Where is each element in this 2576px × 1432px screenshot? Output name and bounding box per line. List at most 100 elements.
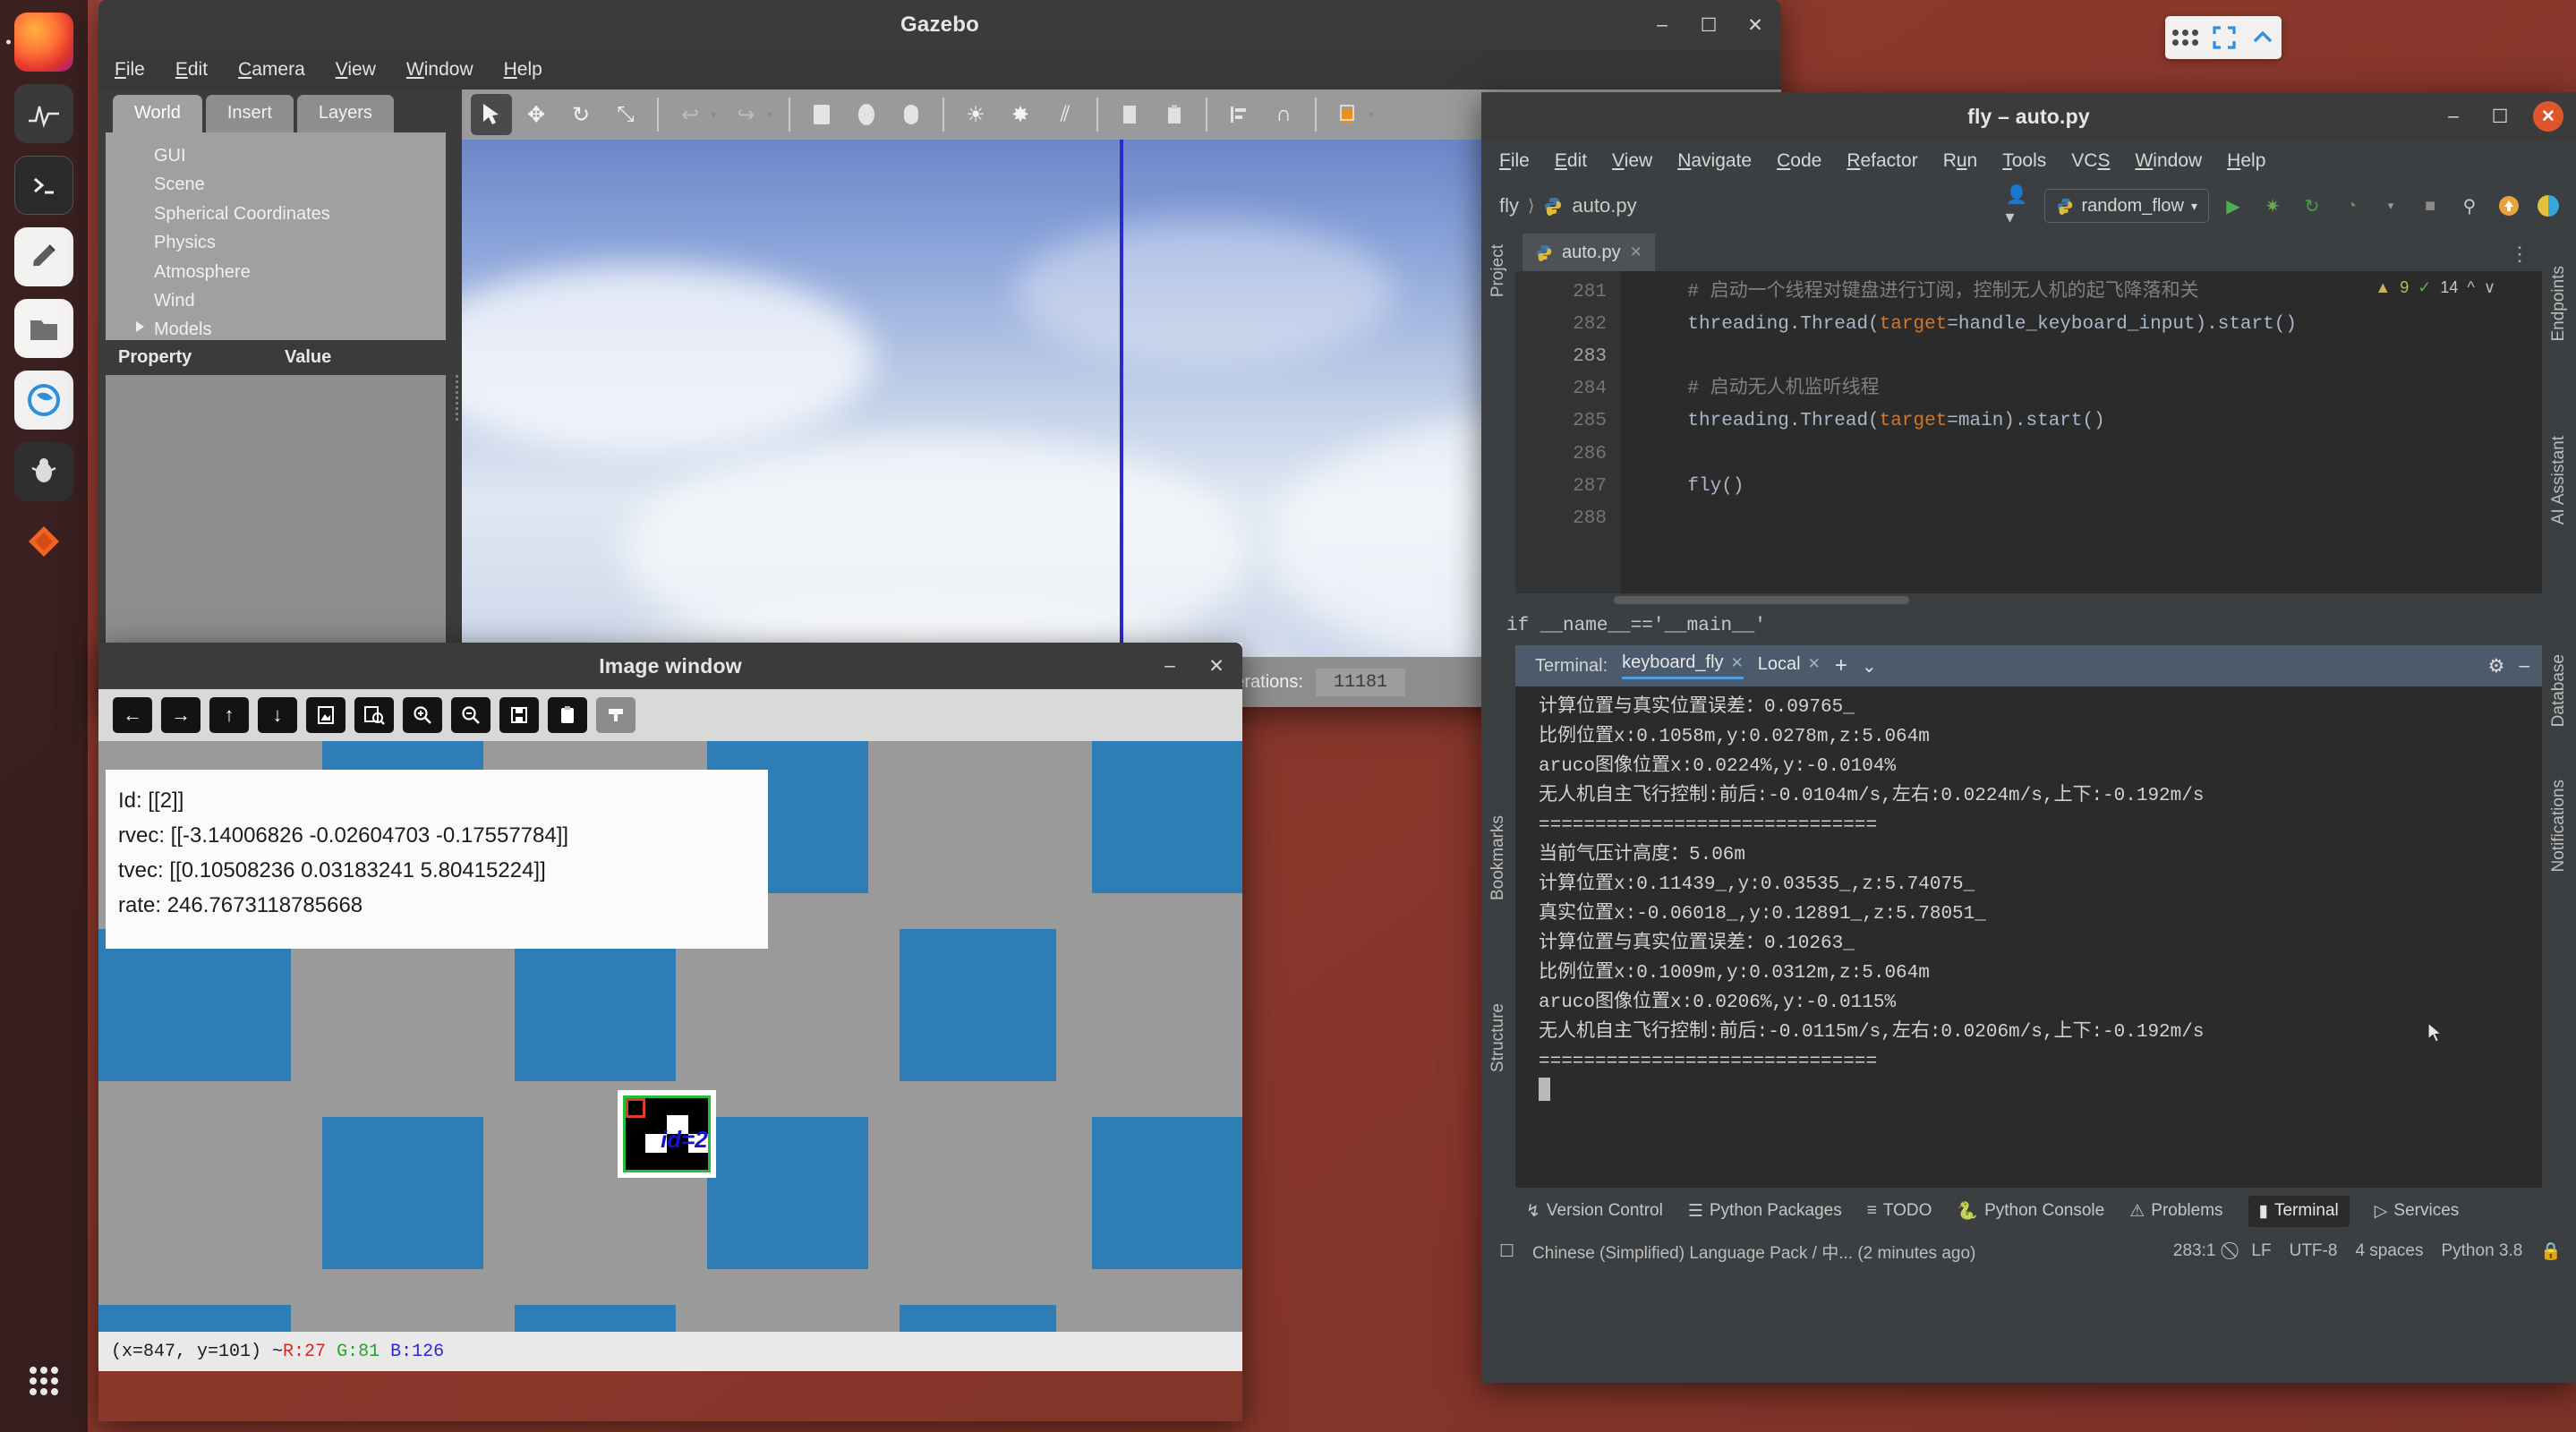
image-window-toolbar[interactable]: ← → ↑ ↓: [98, 689, 1242, 741]
profile-icon[interactable]: ◔: [2336, 191, 2367, 221]
spot-light-icon[interactable]: ✸: [1000, 94, 1041, 135]
zoom-fit-icon[interactable]: [354, 697, 394, 733]
update-project-icon[interactable]: [2494, 191, 2524, 221]
back-icon[interactable]: ←: [113, 697, 152, 733]
close-icon[interactable]: ✕: [1808, 655, 1821, 673]
box-icon[interactable]: [801, 94, 842, 135]
python-interpreter[interactable]: Python 3.8: [2441, 1241, 2522, 1261]
tree-item-gui[interactable]: GUI: [106, 141, 446, 170]
gazebo-panel-splitter[interactable]: [453, 90, 462, 707]
editor-text-area[interactable]: # 启动一个线程对键盘进行订阅，控制无人机的起飞降落和关 threading.T…: [1621, 271, 2542, 593]
redo-dropdown-icon[interactable]: ▾: [767, 107, 773, 122]
tool-label-database[interactable]: Database: [2549, 654, 2569, 727]
gazebo-menu-edit[interactable]: Edit: [175, 59, 208, 81]
image-window-close-button[interactable]: ✕: [1203, 652, 1230, 679]
tool-label-structure[interactable]: Structure: [1488, 1003, 1508, 1072]
pycharm-statusbar[interactable]: ☐ Chinese (Simplified) Language Pack / 中…: [1481, 1231, 2576, 1272]
minimize-icon[interactable]: –: [2519, 655, 2529, 677]
gazebo-world-tree[interactable]: GUI Scene Spherical Coordinates Physics …: [106, 132, 446, 340]
gazebo-panel-tabs[interactable]: World Insert Layers: [106, 95, 446, 132]
chevron-down-icon[interactable]: ▾: [2191, 199, 2197, 214]
pycharm-menu-help[interactable]: Help: [2227, 150, 2265, 172]
view-bounds-icon[interactable]: [1327, 94, 1369, 135]
pycharm-navbar[interactable]: fly ⟩ auto.py 👤▾ random_flow ▾ ▶ ✷ ↻ ◔ ▾: [1481, 182, 2576, 230]
pycharm-left-toolstrip-lower[interactable]: Bookmarks Structure: [1481, 645, 1515, 1191]
terminal-tab-keyboard-fly[interactable]: keyboard_fly ✕: [1622, 652, 1744, 679]
translate-icon[interactable]: ✥: [516, 94, 557, 135]
debug-icon[interactable]: ✷: [2257, 191, 2288, 221]
pycharm-menu-navigate[interactable]: Navigate: [1677, 150, 1752, 172]
pycharm-menu-refactor[interactable]: Refactor: [1847, 150, 1917, 172]
pycharm-menu-window[interactable]: Window: [2135, 150, 2202, 172]
gazebo-menu-file[interactable]: File: [115, 59, 145, 81]
point-light-icon[interactable]: ☀: [955, 94, 996, 135]
tree-item-wind[interactable]: Wind: [106, 286, 446, 315]
dock-item-pycharm[interactable]: [14, 514, 73, 573]
tool-label-bookmarks[interactable]: Bookmarks: [1488, 815, 1508, 900]
profile-dropdown-icon[interactable]: ▾: [2376, 191, 2406, 221]
stop-icon[interactable]: ■: [2415, 191, 2445, 221]
close-icon[interactable]: ✕: [1731, 654, 1744, 672]
pycharm-close-button[interactable]: ✕: [2533, 101, 2563, 132]
cylinder-icon[interactable]: [891, 94, 932, 135]
image-window-canvas[interactable]: Id: [[2]] rvec: [[-3.14006826 -0.0260470…: [98, 741, 1242, 1332]
tool-window-problems[interactable]: ⚠ Problems: [2129, 1201, 2222, 1222]
image-window-titlebar[interactable]: Image window – ✕: [98, 643, 1242, 689]
editor-tabstrip[interactable]: auto.py ✕ ⋮: [1515, 230, 2542, 271]
indent-setting[interactable]: 4 spaces: [2355, 1241, 2423, 1261]
pycharm-minimize-button[interactable]: –: [2440, 103, 2467, 130]
gazebo-maximize-button[interactable]: ☐: [1695, 12, 1722, 38]
dock-item-system-monitor[interactable]: [14, 84, 73, 143]
directional-light-icon[interactable]: ⫽: [1045, 94, 1086, 135]
pycharm-menu-tools[interactable]: Tools: [2002, 150, 2046, 172]
prev-problem-icon[interactable]: ^: [2467, 278, 2474, 297]
pycharm-left-toolstrip[interactable]: Project: [1481, 230, 1515, 606]
padlock-icon[interactable]: 🔒: [2540, 1240, 2562, 1262]
zoom-out-icon[interactable]: [451, 697, 490, 733]
floating-screen-widget[interactable]: [2165, 16, 2282, 59]
pycharm-titlebar[interactable]: fly – auto.py – ☐ ✕: [1481, 92, 2576, 141]
gazebo-menu-window[interactable]: Window: [406, 59, 473, 81]
gear-icon[interactable]: ⚙: [2487, 655, 2504, 678]
tree-item-models[interactable]: Models: [106, 315, 446, 340]
ubuntu-dock[interactable]: [0, 0, 88, 1432]
next-problem-icon[interactable]: ∨: [2484, 278, 2495, 297]
tool-window-version-control[interactable]: ↯ Version Control: [1526, 1201, 1663, 1222]
editor-options-icon[interactable]: ⋮: [2510, 243, 2542, 271]
gazebo-tab-layers[interactable]: Layers: [297, 95, 394, 132]
pycharm-menu-file[interactable]: File: [1499, 150, 1530, 172]
tool-window-python-console[interactable]: 🐍 Python Console: [1957, 1200, 2104, 1222]
search-everywhere-icon[interactable]: ⚲: [2454, 191, 2485, 221]
tool-window-terminal[interactable]: ▮ Terminal: [2248, 1196, 2350, 1227]
terminal-output[interactable]: 计算位置与真实位置误差：0.09765_ 比例位置x:0.1058m,y:0.0…: [1515, 686, 2542, 1188]
tree-item-scene[interactable]: Scene: [106, 170, 446, 199]
line-separator[interactable]: LF: [2251, 1241, 2271, 1261]
tree-item-physics[interactable]: Physics: [106, 228, 446, 257]
save-icon[interactable]: [499, 697, 539, 733]
rotate-icon[interactable]: ↻: [560, 94, 601, 135]
event-log-icon[interactable]: ☐: [1499, 1241, 1514, 1262]
undo-icon[interactable]: ↩: [670, 94, 711, 135]
gazebo-menubar[interactable]: File Edit Camera View Window Help: [98, 50, 1781, 90]
chevron-down-icon[interactable]: ⌄: [1862, 655, 1877, 678]
pycharm-menu-run[interactable]: Run: [1943, 150, 1978, 172]
dock-item-browser[interactable]: [14, 371, 73, 430]
image-window[interactable]: Image window – ✕ ← → ↑ ↓: [98, 643, 1242, 1421]
run-coverage-icon[interactable]: ↻: [2297, 191, 2327, 221]
code-editor[interactable]: 281 282 283 284 285 286 287 288 # 启动一个线程…: [1515, 271, 2542, 593]
chevron-right-icon[interactable]: [136, 321, 144, 332]
gazebo-menu-view[interactable]: View: [336, 59, 376, 81]
tree-item-atmosphere[interactable]: Atmosphere: [106, 258, 446, 286]
tool-window-todo[interactable]: ≡ TODO: [1867, 1201, 1932, 1221]
down-icon[interactable]: ↓: [258, 697, 297, 733]
redo-icon[interactable]: ↪: [726, 94, 767, 135]
breadcrumb-project[interactable]: fly: [1499, 194, 1519, 217]
gazebo-menu-help[interactable]: Help: [504, 59, 542, 81]
ide-feature-icon[interactable]: [2533, 191, 2563, 221]
editor-tab-auto-py[interactable]: auto.py ✕: [1523, 234, 1655, 271]
pycharm-maximize-button[interactable]: ☐: [2486, 103, 2513, 130]
editor-horizontal-scrollbar[interactable]: [1515, 593, 2542, 606]
gazebo-close-button[interactable]: ✕: [1742, 12, 1769, 38]
breadcrumb-file[interactable]: auto.py: [1572, 194, 1636, 217]
dock-item-show-applications[interactable]: [14, 1351, 73, 1411]
